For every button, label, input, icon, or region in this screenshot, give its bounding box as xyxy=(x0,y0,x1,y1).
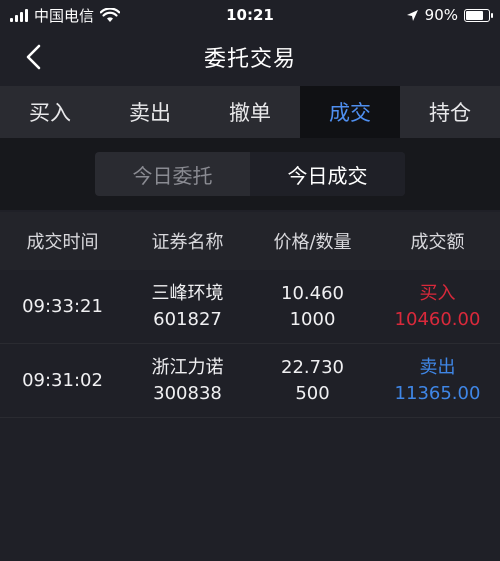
deal-quantity: 500 xyxy=(295,382,330,404)
price-qty-cell: 10.460 1000 xyxy=(250,283,375,331)
battery-level-fill xyxy=(466,10,484,20)
deal-side: 买入 xyxy=(419,282,456,304)
header-deal-time: 成交时间 xyxy=(26,232,99,253)
security-cell: 浙江力诺 300838 xyxy=(125,357,250,405)
wifi-icon xyxy=(100,7,121,22)
deal-time: 09:33:21 xyxy=(22,296,103,317)
deal-quantity: 1000 xyxy=(289,308,336,330)
segment-area: 今日委托 今日成交 xyxy=(0,138,500,210)
carrier-label: 中国电信 xyxy=(34,6,95,25)
deal-time: 09:31:02 xyxy=(22,370,103,391)
status-left: 中国电信 xyxy=(10,5,121,26)
location-arrow-icon xyxy=(406,9,418,21)
page-title: 委托交易 xyxy=(203,47,296,72)
table-row[interactable]: 09:31:02 浙江力诺 300838 22.730 500 卖出 11365… xyxy=(0,344,500,418)
price-qty-cell: 22.730 500 xyxy=(250,357,375,405)
tab-sell[interactable]: 卖出 xyxy=(100,86,200,138)
table-header: 成交时间 证券名称 价格/数量 成交额 xyxy=(0,212,500,270)
back-chevron-icon[interactable] xyxy=(20,42,50,72)
battery-percent: 90% xyxy=(424,6,458,24)
amount-cell: 卖出 11365.00 xyxy=(375,357,500,405)
status-bar: 中国电信 10:21 90% xyxy=(0,0,500,30)
trade-tabs: 买入 卖出 撤单 成交 持仓 xyxy=(0,86,500,138)
cellular-signal-icon xyxy=(10,8,28,22)
deal-amount: 11365.00 xyxy=(394,382,481,404)
header-deal-amount: 成交额 xyxy=(410,232,465,253)
security-cell: 三峰环境 601827 xyxy=(125,283,250,331)
tab-positions[interactable]: 持仓 xyxy=(400,86,500,138)
deal-price: 22.730 xyxy=(281,356,344,378)
deal-amount: 10460.00 xyxy=(394,308,481,330)
nav-bar: 委托交易 xyxy=(0,30,500,84)
tab-deals[interactable]: 成交 xyxy=(300,86,400,138)
deals-list: 09:33:21 三峰环境 601827 10.460 1000 买入 1046… xyxy=(0,270,500,418)
header-price-qty: 价格/数量 xyxy=(273,232,352,253)
amount-cell: 买入 10460.00 xyxy=(375,283,500,331)
table-row[interactable]: 09:33:21 三峰环境 601827 10.460 1000 买入 1046… xyxy=(0,270,500,344)
deal-price: 10.460 xyxy=(281,282,344,304)
status-right: 90% xyxy=(406,6,493,24)
security-code: 300838 xyxy=(153,382,222,404)
tab-buy[interactable]: 买入 xyxy=(0,86,100,138)
deal-side: 卖出 xyxy=(419,356,456,378)
header-security-name: 证券名称 xyxy=(151,232,224,253)
battery-icon xyxy=(464,8,493,22)
segment-today-deals[interactable]: 今日成交 xyxy=(250,152,405,196)
segment-today-orders[interactable]: 今日委托 xyxy=(95,152,250,196)
security-code: 601827 xyxy=(153,308,222,330)
tab-cancel[interactable]: 撤单 xyxy=(200,86,300,138)
security-name: 浙江力诺 xyxy=(151,356,224,378)
date-segmented-control: 今日委托 今日成交 xyxy=(95,152,405,196)
security-name: 三峰环境 xyxy=(151,282,224,304)
